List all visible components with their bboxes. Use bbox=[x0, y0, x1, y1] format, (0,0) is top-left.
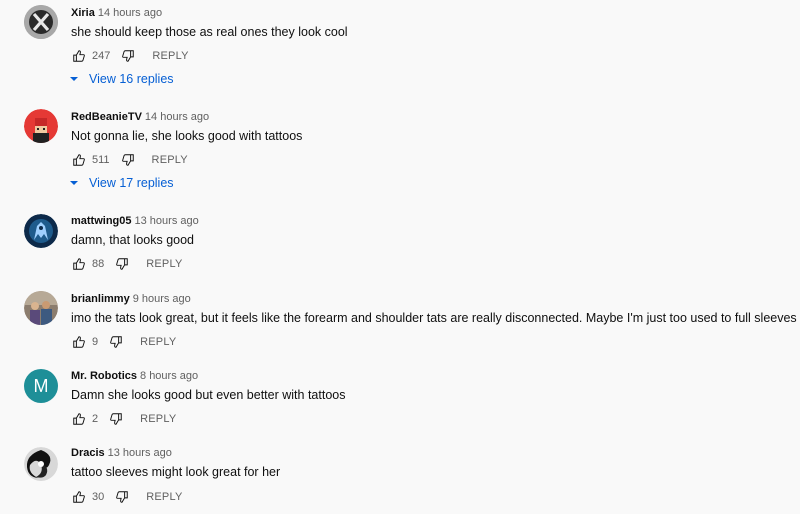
like-count: 247 bbox=[92, 50, 111, 62]
blue-creature-avatar[interactable] bbox=[24, 214, 58, 248]
comment-header: mattwing05 13 hours ago bbox=[71, 215, 199, 228]
comment-header: RedBeanieTV 14 hours ago bbox=[71, 111, 209, 124]
comment-timestamp[interactable]: 9 hours ago bbox=[133, 293, 191, 305]
red-beanie-avatar[interactable] bbox=[24, 109, 58, 143]
author-name[interactable]: Mr. Robotics bbox=[71, 370, 137, 382]
view-replies-label: View 17 replies bbox=[89, 176, 174, 190]
x-logo-avatar[interactable] bbox=[24, 5, 58, 39]
like-icon[interactable] bbox=[71, 152, 87, 168]
reply-button[interactable]: REPLY bbox=[146, 491, 182, 503]
comment-text: damn, that looks good bbox=[71, 233, 194, 247]
dislike-icon[interactable] bbox=[120, 152, 136, 168]
comment-text: Damn she looks good but even better with… bbox=[71, 388, 346, 402]
comment-actions: 2 REPLY bbox=[71, 411, 176, 427]
comment-header: Xiria 14 hours ago bbox=[71, 7, 162, 20]
comment-timestamp[interactable]: 8 hours ago bbox=[140, 370, 198, 382]
view-replies-button[interactable]: View 16 replies bbox=[69, 72, 174, 86]
dislike-icon[interactable] bbox=[120, 48, 136, 64]
reply-button[interactable]: REPLY bbox=[146, 258, 182, 270]
like-count: 30 bbox=[92, 491, 105, 503]
author-name[interactable]: RedBeanieTV bbox=[71, 111, 142, 123]
comment-text: tattoo sleeves might look great for her bbox=[71, 465, 281, 479]
view-replies-label: View 16 replies bbox=[89, 72, 174, 86]
comment-actions: 30 REPLY bbox=[71, 489, 183, 505]
like-count: 88 bbox=[92, 258, 105, 270]
like-icon[interactable] bbox=[71, 411, 87, 427]
comment-text: Not gonna lie, she looks good with tatto… bbox=[71, 129, 303, 143]
like-icon[interactable] bbox=[71, 489, 87, 505]
comment-timestamp[interactable]: 14 hours ago bbox=[145, 111, 209, 123]
like-icon[interactable] bbox=[71, 48, 87, 64]
comment-header: Mr. Robotics 8 hours ago bbox=[71, 370, 198, 383]
reply-button[interactable]: REPLY bbox=[140, 413, 176, 425]
comment-header: Dracis 13 hours ago bbox=[71, 447, 172, 460]
comment-text: she should keep those as real ones they … bbox=[71, 25, 348, 39]
reply-button[interactable]: REPLY bbox=[140, 336, 176, 348]
like-count: 511 bbox=[92, 154, 110, 166]
bw-swirl-avatar[interactable] bbox=[24, 447, 58, 481]
dislike-icon[interactable] bbox=[108, 411, 124, 427]
comment-timestamp[interactable]: 13 hours ago bbox=[135, 215, 199, 227]
like-icon[interactable] bbox=[71, 256, 87, 272]
comment-actions: 88 REPLY bbox=[71, 256, 183, 272]
photo-avatar[interactable] bbox=[24, 291, 58, 325]
like-icon[interactable] bbox=[71, 334, 87, 350]
comment-header: brianlimmy 9 hours ago bbox=[71, 293, 191, 306]
author-name[interactable]: mattwing05 bbox=[71, 215, 132, 227]
chevron-down-icon bbox=[70, 77, 78, 81]
author-name[interactable]: Dracis bbox=[71, 447, 105, 459]
letter-m-avatar[interactable]: M bbox=[24, 369, 58, 403]
chevron-down-icon bbox=[70, 181, 78, 185]
dislike-icon[interactable] bbox=[108, 334, 124, 350]
comment-timestamp[interactable]: 13 hours ago bbox=[108, 447, 172, 459]
author-name[interactable]: Xiria bbox=[71, 7, 95, 19]
like-count: 2 bbox=[92, 413, 99, 425]
comment-text: imo the tats look great, but it feels li… bbox=[71, 311, 797, 325]
comment-actions: 247 REPLY bbox=[71, 48, 189, 64]
avatar-letter: M bbox=[33, 375, 49, 396]
reply-button[interactable]: REPLY bbox=[152, 154, 188, 166]
comment-actions: 9 REPLY bbox=[71, 334, 176, 350]
view-replies-button[interactable]: View 17 replies bbox=[69, 176, 174, 190]
reply-button[interactable]: REPLY bbox=[152, 50, 188, 62]
comment-actions: 511 REPLY bbox=[71, 152, 188, 168]
dislike-icon[interactable] bbox=[114, 256, 130, 272]
like-count: 9 bbox=[92, 336, 99, 348]
dislike-icon[interactable] bbox=[114, 489, 130, 505]
comment-timestamp[interactable]: 14 hours ago bbox=[98, 7, 162, 19]
author-name[interactable]: brianlimmy bbox=[71, 293, 130, 305]
